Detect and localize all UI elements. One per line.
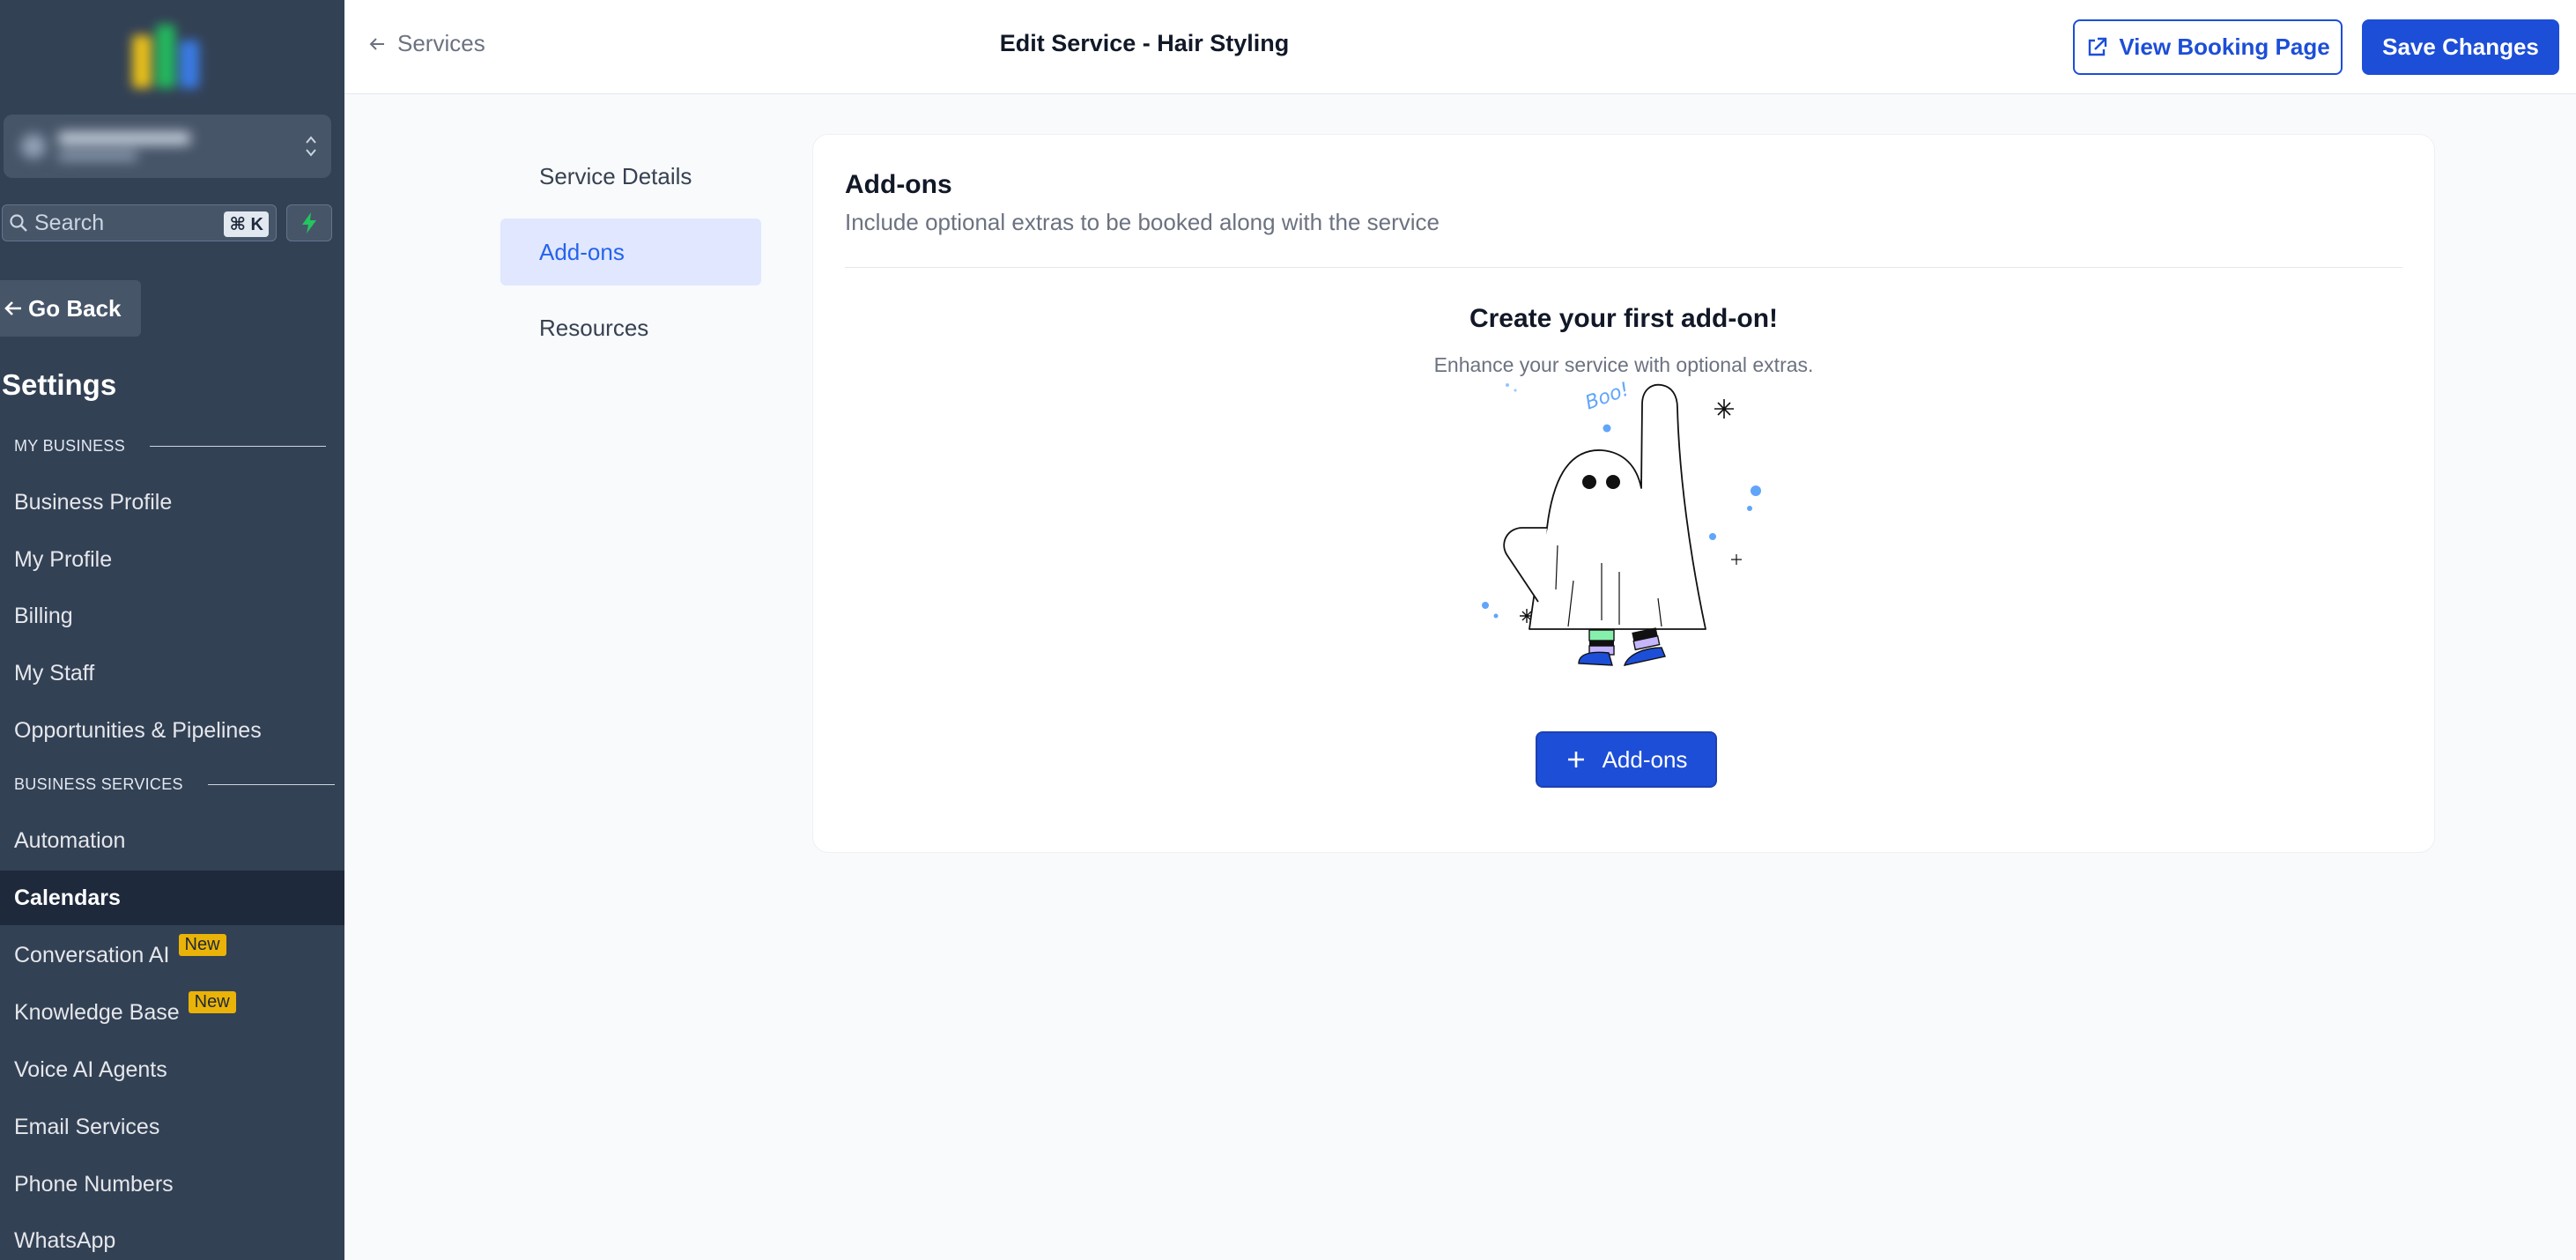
sidebar-item-calendars[interactable]: Calendars — [0, 871, 344, 925]
sidebar-item-my-profile[interactable]: My Profile — [0, 532, 344, 587]
sidebar-item-opportunities-pipelines[interactable]: Opportunities & Pipelines — [0, 703, 344, 758]
empty-state-title: Create your first add-on! — [1469, 304, 1779, 333]
view-booking-page-button[interactable]: View Booking Page — [2073, 19, 2343, 75]
add-addon-label: Add-ons — [1602, 745, 1688, 773]
add-addon-button[interactable]: Add-ons — [1536, 731, 1717, 788]
search-icon — [3, 213, 34, 233]
sidebar-item-automation[interactable]: Automation — [0, 813, 344, 868]
page-header: Services Edit Service - Hair Styling Vie… — [344, 0, 2576, 94]
go-back-label: Go Back — [28, 294, 122, 322]
card-title: Add-ons — [845, 170, 952, 199]
search-input[interactable] — [34, 210, 211, 236]
boo-text: Boo! — [1582, 379, 1632, 415]
ghost-illustration: Boo! — [1482, 379, 1761, 666]
sidebar-item-phone-numbers[interactable]: Phone Numbers — [0, 1157, 344, 1212]
add-ons-card: Add-ons Include optional extras to be bo… — [812, 134, 2435, 853]
sidebar-item-email-services[interactable]: Email Services — [0, 1100, 344, 1154]
card-subtitle: Include optional extras to be booked alo… — [845, 209, 1440, 235]
sidebar-item-whatsapp[interactable]: WhatsApp — [0, 1213, 344, 1260]
new-badge: New — [178, 933, 226, 956]
tab-add-ons[interactable]: Add-ons — [500, 219, 761, 285]
search-shortcut-hint: ⌘ K — [224, 211, 269, 237]
sidebar-item-knowledge-base[interactable]: Knowledge Base New — [0, 985, 344, 1040]
go-back-button[interactable]: Go Back — [0, 280, 141, 337]
chevron-up-down-icon — [303, 132, 319, 160]
external-link-icon — [2089, 37, 2107, 56]
arrow-left-icon — [4, 301, 21, 315]
tab-resources[interactable]: Resources — [500, 294, 761, 361]
lightning-icon — [302, 212, 316, 233]
quick-actions-button[interactable] — [286, 204, 332, 241]
company-logo — [132, 25, 203, 88]
empty-state-subtitle: Enhance your service with optional extra… — [1433, 353, 1814, 376]
divider — [845, 267, 2402, 268]
tab-service-details[interactable]: Service Details — [500, 143, 761, 210]
sidebar-item-billing[interactable]: Billing — [0, 589, 344, 643]
sidebar: ⌘ K Go Back Settings MY BUSINESS Busines… — [0, 0, 344, 1260]
sidebar-search[interactable]: ⌘ K — [2, 204, 277, 241]
sidebar-item-conversation-ai[interactable]: Conversation AI New — [0, 928, 344, 982]
account-info-blurred — [16, 127, 227, 166]
back-link-label: Services — [397, 30, 485, 56]
account-switcher[interactable] — [4, 115, 331, 178]
section-label-my-business: MY BUSINESS — [14, 437, 327, 456]
save-changes-button[interactable]: Save Changes — [2362, 19, 2559, 75]
section-label-business-services: BUSINESS SERVICES — [14, 775, 335, 794]
settings-title: Settings — [2, 368, 117, 401]
view-booking-page-label: View Booking Page — [2119, 33, 2330, 60]
new-badge: New — [188, 990, 236, 1013]
arrow-left-icon — [369, 37, 384, 50]
sidebar-item-my-staff[interactable]: My Staff — [0, 646, 344, 700]
sidebar-item-business-profile[interactable]: Business Profile — [0, 475, 344, 530]
page-title: Edit Service - Hair Styling — [999, 30, 1290, 56]
plus-icon — [1567, 752, 1584, 767]
sidebar-item-voice-ai-agents[interactable]: Voice AI Agents — [0, 1042, 344, 1097]
back-to-services-link[interactable]: Services — [367, 30, 485, 57]
